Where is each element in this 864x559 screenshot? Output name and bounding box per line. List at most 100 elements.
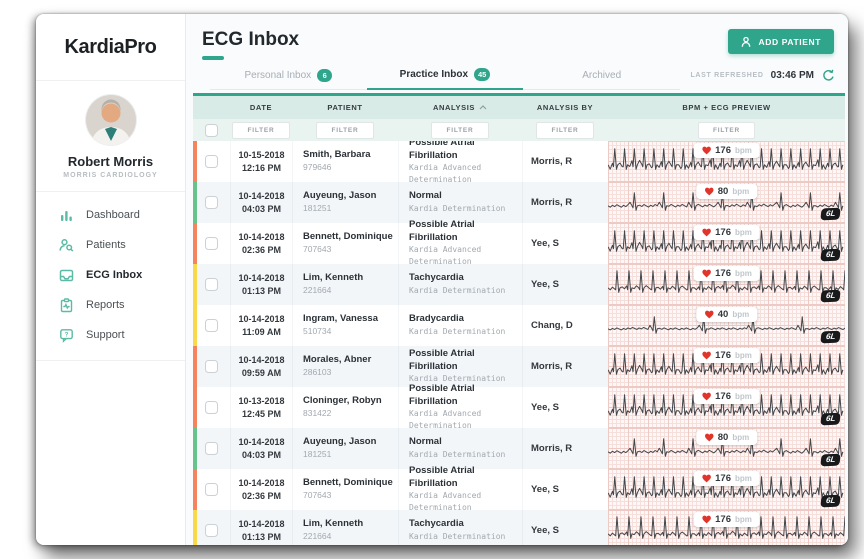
ecg-preview[interactable]: 176 bpm 6L	[608, 387, 845, 428]
row-time: 11:09 AM	[231, 326, 292, 339]
sidebar-item-ecg-inbox[interactable]: ECG Inbox	[36, 260, 185, 290]
ecg-preview[interactable]: 176 bpm 6L	[608, 141, 845, 182]
table-row[interactable]: 10-14-2018 02:36 PM Bennett, Dominique 7…	[193, 469, 845, 510]
ecg-preview[interactable]: 176 bpm 6L	[608, 264, 845, 305]
row-time: 12:16 PM	[231, 162, 292, 175]
table-row[interactable]: 10-14-2018 09:59 AM Morales, Abner 28610…	[193, 346, 845, 387]
row-stripe	[193, 141, 197, 182]
row-checkbox[interactable]	[205, 319, 218, 332]
row-stripe	[193, 469, 197, 510]
row-checkbox[interactable]	[205, 483, 218, 496]
bar-chart-icon	[58, 207, 74, 223]
heart-icon	[701, 146, 711, 155]
bpm-unit: bpm	[735, 228, 752, 237]
main-content: ECG Inbox ADD PATIENT Personal Inbox 6 P…	[186, 14, 848, 545]
filter-button-date[interactable]: FILTER	[232, 122, 289, 139]
patient-id: 510734	[293, 326, 398, 337]
row-checkbox[interactable]	[205, 442, 218, 455]
row-checkbox[interactable]	[205, 401, 218, 414]
row-checkbox[interactable]	[205, 278, 218, 291]
sidebar-item-dashboard[interactable]: Dashboard	[36, 200, 185, 230]
add-patient-button[interactable]: ADD PATIENT	[728, 29, 834, 54]
table-row[interactable]: 10-14-2018 01:13 PM Lim, Kenneth 221664 …	[193, 264, 845, 305]
filter-button-analysis-by[interactable]: FILTER	[536, 122, 593, 139]
heart-icon	[701, 351, 711, 360]
avatar	[85, 94, 137, 146]
analysis-result: Normal	[399, 436, 522, 449]
table-row[interactable]: 10-14-2018 11:09 AM Ingram, Vanessa 5107…	[193, 305, 845, 346]
sidebar-item-reports[interactable]: Reports	[36, 290, 185, 320]
analysis-source: Kardia Determination	[399, 285, 522, 297]
sidebar-item-label: Reports	[86, 299, 125, 311]
lead-6l-badge: 6L	[820, 208, 841, 221]
row-date: 10-14-2018	[231, 231, 292, 244]
row-date: 10-14-2018	[231, 354, 292, 367]
analysis-cell: Tachycardia Kardia Determination	[398, 510, 522, 545]
filter-button-analysis[interactable]: FILTER	[431, 122, 488, 139]
row-stripe	[193, 223, 197, 264]
table-body: 10-15-2018 12:16 PM Smith, Barbara 97964…	[193, 141, 845, 545]
filter-button-patient[interactable]: FILTER	[316, 122, 373, 139]
table-row[interactable]: 10-13-2018 12:45 PM Cloninger, Robyn 831…	[193, 387, 845, 428]
heart-icon	[704, 433, 714, 442]
bpm-unit: bpm	[735, 269, 752, 278]
analysis-cell: Possible Atrial Fibrillation Kardia Adva…	[398, 469, 522, 510]
date-cell: 10-14-2018 01:13 PM	[230, 264, 292, 305]
sort-asc-icon	[479, 105, 487, 110]
ecg-preview[interactable]: 176 bpm 6L	[608, 469, 845, 510]
ecg-preview[interactable]: 80 bpm 6L	[608, 428, 845, 469]
row-time: 01:13 PM	[231, 285, 292, 298]
analysis-cell: Possible Atrial Fibrillation Kardia Adva…	[398, 387, 522, 428]
column-header-analysis[interactable]: ANALYSIS	[398, 103, 522, 112]
table-row[interactable]: 10-14-2018 04:03 PM Auyeung, Jason 18125…	[193, 428, 845, 469]
date-cell: 10-14-2018 02:36 PM	[230, 469, 292, 510]
analyst-name: Yee, S	[523, 279, 608, 290]
column-header-analysis-by[interactable]: ANALYSIS BY	[522, 103, 608, 112]
table-row[interactable]: 10-14-2018 04:03 PM Auyeung, Jason 18125…	[193, 182, 845, 223]
patient-cell: Cloninger, Robyn 831422	[292, 387, 398, 428]
date-cell: 10-14-2018 04:03 PM	[230, 428, 292, 469]
sidebar-item-support[interactable]: ? Support	[36, 320, 185, 350]
row-date: 10-13-2018	[231, 395, 292, 408]
tab-personal-inbox[interactable]: Personal Inbox 6	[210, 62, 367, 90]
row-checkbox[interactable]	[205, 196, 218, 209]
analysis-cell: Bradycardia Kardia Determination	[398, 305, 522, 346]
bpm-unit: bpm	[732, 433, 749, 442]
column-header-patient[interactable]: PATIENT	[292, 103, 398, 112]
profile-org: MORRIS CARDIOLOGY	[44, 172, 177, 179]
add-person-icon	[741, 36, 753, 48]
ecg-preview[interactable]: 40 bpm 6L	[608, 305, 845, 346]
row-checkbox[interactable]	[205, 237, 218, 250]
tab-archived[interactable]: Archived	[523, 62, 680, 90]
row-checkbox[interactable]	[205, 155, 218, 168]
tab-practice-inbox[interactable]: Practice Inbox 45	[367, 62, 524, 90]
sidebar-item-patients[interactable]: Patients	[36, 230, 185, 260]
table-row[interactable]: 10-14-2018 01:13 PM Lim, Kenneth 221664 …	[193, 510, 845, 545]
bpm-badge: 80 bpm	[696, 184, 757, 199]
analysis-result: Possible Atrial Fibrillation	[399, 348, 522, 374]
table-row[interactable]: 10-15-2018 12:16 PM Smith, Barbara 97964…	[193, 141, 845, 182]
table-row[interactable]: 10-14-2018 02:36 PM Bennett, Dominique 7…	[193, 223, 845, 264]
patient-name: Bennett, Dominique	[293, 231, 398, 244]
ecg-preview[interactable]: 176 bpm 6L	[608, 223, 845, 264]
sidebar: KardiaPro Robert Morris MORRIS CARDIOLOG…	[36, 14, 186, 545]
analyst-name: Morris, R	[523, 197, 608, 208]
row-checkbox[interactable]	[205, 524, 218, 537]
ecg-preview[interactable]: 176 bpm 6L	[608, 510, 845, 545]
column-header-bpm-ecg[interactable]: BPM + ECG PREVIEW	[608, 103, 845, 112]
row-date: 10-14-2018	[231, 272, 292, 285]
analysis-by-cell: Morris, R	[522, 428, 608, 469]
row-checkbox[interactable]	[205, 360, 218, 373]
filter-button-bpm[interactable]: FILTER	[698, 122, 755, 139]
refresh-icon[interactable]	[821, 69, 834, 82]
date-cell: 10-14-2018 11:09 AM	[230, 305, 292, 346]
column-header-date[interactable]: DATE	[230, 103, 292, 112]
tab-label: Personal Inbox	[244, 70, 311, 81]
ecg-preview[interactable]: 176 bpm 6L	[608, 346, 845, 387]
user-profile: Robert Morris MORRIS CARDIOLOGY	[36, 81, 185, 192]
analysis-result: Tachycardia	[399, 518, 522, 531]
heart-icon	[701, 269, 711, 278]
ecg-preview[interactable]: 80 bpm 6L	[608, 182, 845, 223]
bpm-badge: 40 bpm	[696, 307, 757, 322]
select-all-checkbox[interactable]	[205, 124, 218, 137]
